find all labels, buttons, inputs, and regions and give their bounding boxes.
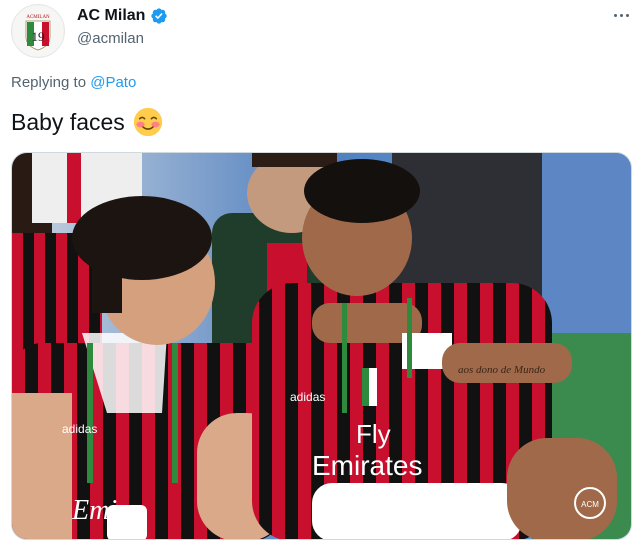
verified-badge-icon [151,8,168,24]
reply-mention-link[interactable]: @Pato [90,74,136,91]
author-handle[interactable]: @acmilan [77,29,144,49]
svg-text:19: 19 [32,29,45,44]
shirt-sponsor-right-1: Fly [356,419,391,449]
tweet-body: Baby faces [11,109,125,135]
tweet-card[interactable]: ACMILAN 19 AC Milan @acmilan Replying to… [0,0,637,547]
tweet-photo[interactable]: Emira adidas aos dono de Mundo adidas Fl… [11,152,632,540]
shirt-sponsor-right-2: Emirates [312,450,422,481]
kit-brand-left: adidas [62,422,97,436]
kit-brand-right: adidas [290,390,325,404]
smiling-face-with-blush-icon [133,107,162,137]
avatar[interactable]: ACMILAN 19 [11,4,65,58]
replying-to-label: Replying to [11,74,87,91]
more-options-icon[interactable] [608,4,634,26]
replying-to: Replying to @Pato [11,72,136,94]
display-name[interactable]: AC Milan [77,6,145,26]
photo-corner-logo: ACM [581,500,599,509]
acmilan-badge-logo: ACMILAN 19 [13,6,63,56]
author-name-row: AC Milan [77,6,168,26]
photo-players-celebration: Emira adidas aos dono de Mundo adidas Fl… [12,153,631,539]
arm-tattoo: aos dono de Mundo [458,364,546,376]
svg-text:ACMILAN: ACMILAN [26,15,50,20]
tweet-text: Baby faces [11,106,163,138]
